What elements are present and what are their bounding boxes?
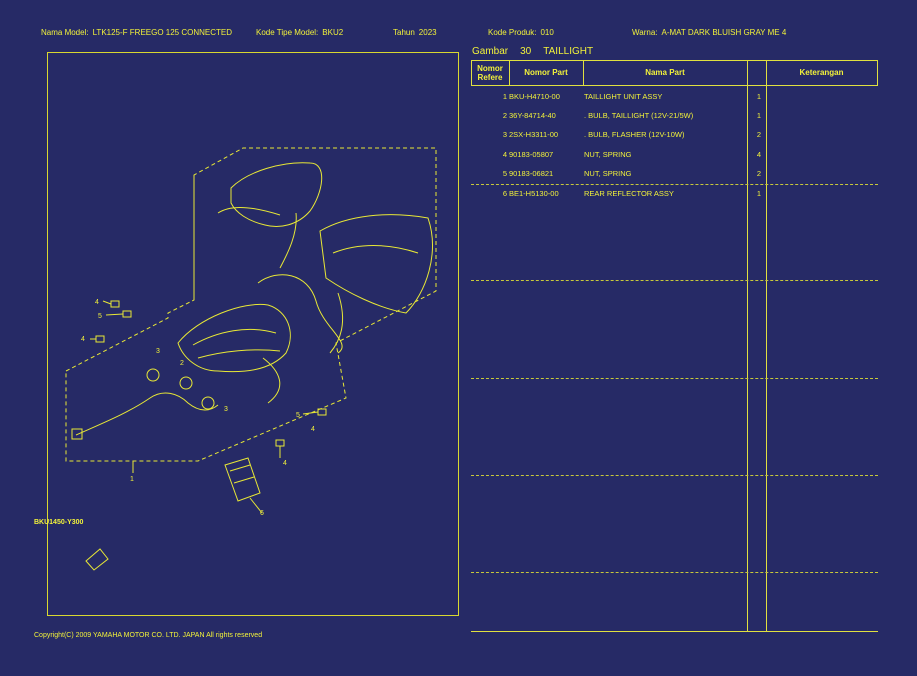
col-rule-5 bbox=[877, 60, 878, 85]
product-code: Kode Produk: 010 bbox=[488, 28, 554, 37]
section-title: Gambar 30 TAILLIGHT bbox=[472, 46, 605, 57]
model-name-label: Nama Model: bbox=[41, 28, 89, 37]
taillight-drawing: 1 2 3 3 4 4 4 4 5 5 6 bbox=[65, 147, 437, 571]
row-ref: 4 bbox=[502, 150, 507, 159]
model-type: Kode Tipe Model: BKU2 bbox=[256, 28, 343, 37]
group-divider bbox=[471, 475, 878, 476]
row-part-no: 36Y-84714-40 bbox=[509, 111, 556, 120]
callout-4c: 4 bbox=[283, 460, 287, 467]
callout-3: 3 bbox=[156, 348, 160, 355]
callout-5b: 5 bbox=[296, 412, 300, 419]
header-name: Nama Part bbox=[645, 68, 685, 77]
product-code-label: Kode Produk: bbox=[488, 28, 537, 37]
callout-5: 5 bbox=[98, 313, 102, 320]
model-type-label: Kode Tipe Model: bbox=[256, 28, 319, 37]
header-part-no: Nomor Part bbox=[524, 68, 568, 77]
header-ref: Nomor Refere bbox=[477, 63, 503, 82]
row-name: . BULB, TAILLIGHT (12V-21/5W) bbox=[584, 111, 694, 120]
model-year-value: 2023 bbox=[418, 28, 437, 37]
color-value: A-MAT DARK BLUISH GRAY ME 4 bbox=[661, 28, 787, 37]
row-name: REAR REFLECTOR ASSY bbox=[584, 189, 674, 198]
lower-wire bbox=[75, 392, 219, 436]
table-row: 6 BE1-H5130-00 REAR REFLECTOR ASSY 1 bbox=[471, 189, 878, 203]
row-name: NUT, SPRING bbox=[584, 150, 632, 159]
spring-nut-b bbox=[122, 310, 132, 318]
header-note: Keterangan bbox=[799, 68, 844, 77]
model-type-value: BKU2 bbox=[322, 28, 344, 37]
drawing-code-icon bbox=[85, 548, 109, 571]
table-row: 2 36Y-84714-40 . BULB, TAILLIGHT (12V-21/5… bbox=[471, 111, 878, 125]
callout-3b: 3 bbox=[224, 406, 228, 413]
row-name: . BULB, FLASHER (12V-10W) bbox=[584, 130, 685, 139]
row-name: NUT, SPRING bbox=[584, 169, 632, 178]
spring-nut-a bbox=[110, 300, 120, 308]
row-qty: 1 bbox=[756, 92, 762, 101]
row-part-no: 90183-05807 bbox=[509, 150, 554, 159]
table-header-rule bbox=[471, 85, 878, 86]
table-bottom-rule bbox=[471, 631, 878, 632]
model-name: Nama Model: LTK125-F FREEGO 125 CONNECTED bbox=[41, 28, 232, 37]
callout-2: 2 bbox=[180, 360, 184, 367]
exploded-diagram: 1 2 3 3 4 4 4 4 5 5 6 bbox=[47, 52, 459, 616]
taillight-unit bbox=[177, 303, 291, 373]
group-divider bbox=[471, 572, 878, 573]
callout-4: 4 bbox=[95, 299, 99, 306]
color-label: Warna: bbox=[632, 28, 658, 37]
section-label: Gambar bbox=[472, 46, 509, 57]
spring-nut-c bbox=[95, 335, 105, 343]
upper-cover bbox=[230, 162, 323, 227]
row-qty: 1 bbox=[756, 189, 762, 198]
callout-4d: 4 bbox=[311, 426, 315, 433]
callout-1: 1 bbox=[130, 476, 134, 483]
group-divider bbox=[471, 378, 878, 379]
row-qty: 2 bbox=[756, 130, 762, 139]
table-row: 4 90183-05807 NUT, SPRING 4 bbox=[471, 150, 878, 164]
bulb-flasher-b bbox=[201, 396, 215, 410]
spring-nut-e bbox=[275, 439, 285, 447]
product-code-value: 010 bbox=[540, 28, 554, 37]
bulb-taillight bbox=[146, 368, 160, 382]
row-part-no: 90183-06821 bbox=[509, 169, 554, 178]
table-row: 3 2SX-H3311-00 . BULB, FLASHER (12V-10W) 2 bbox=[471, 130, 878, 144]
section-name: TAILLIGHT bbox=[543, 46, 594, 57]
side-cover bbox=[319, 214, 433, 314]
bulb-flasher-a bbox=[179, 376, 193, 390]
col-rule-3 bbox=[747, 60, 748, 632]
row-ref: 1 bbox=[502, 92, 507, 101]
model-year-label: Tahun bbox=[393, 28, 415, 37]
row-qty: 1 bbox=[756, 111, 762, 120]
col-rule-4 bbox=[766, 60, 767, 632]
row-ref: 2 bbox=[502, 111, 507, 120]
row-name: TAILLIGHT UNIT ASSY bbox=[584, 92, 663, 101]
row-part-no: BE1-H5130-00 bbox=[509, 189, 559, 198]
header-qty bbox=[747, 60, 766, 85]
section-number: 30 bbox=[520, 46, 532, 57]
row-qty: 2 bbox=[756, 169, 762, 178]
copyright: Copyright(C) 2009 YAMAHA MOTOR CO. LTD. … bbox=[34, 632, 263, 639]
row-ref: 6 bbox=[502, 189, 507, 198]
callout-4b: 4 bbox=[81, 336, 85, 343]
row-qty: 4 bbox=[756, 150, 762, 159]
table-row: 1 BKU-H4710-00 TAILLIGHT UNIT ASSY 1 bbox=[471, 92, 878, 106]
table-row: 5 90183-06821 NUT, SPRING 2 bbox=[471, 169, 878, 183]
row-part-no: BKU-H4710-00 bbox=[509, 92, 560, 101]
group-divider bbox=[471, 280, 878, 281]
rear-reflector bbox=[224, 457, 261, 502]
row-ref: 3 bbox=[502, 130, 507, 139]
row-ref: 5 bbox=[502, 169, 507, 178]
drawing-code: BKU1450-Y300 bbox=[34, 519, 84, 526]
group-divider bbox=[471, 184, 878, 185]
model-name-value: LTK125-F FREEGO 125 CONNECTED bbox=[92, 28, 233, 37]
callout-6: 6 bbox=[260, 510, 264, 517]
row-part-no: 2SX-H3311-00 bbox=[509, 130, 559, 139]
model-year: Tahun 2023 bbox=[393, 28, 437, 37]
harness-wire bbox=[257, 274, 343, 354]
parts-table: Nomor Refere Nomor Part Nama Part Ketera… bbox=[471, 60, 878, 632]
color: Warna: A-MAT DARK BLUISH GRAY ME 4 bbox=[632, 28, 786, 37]
